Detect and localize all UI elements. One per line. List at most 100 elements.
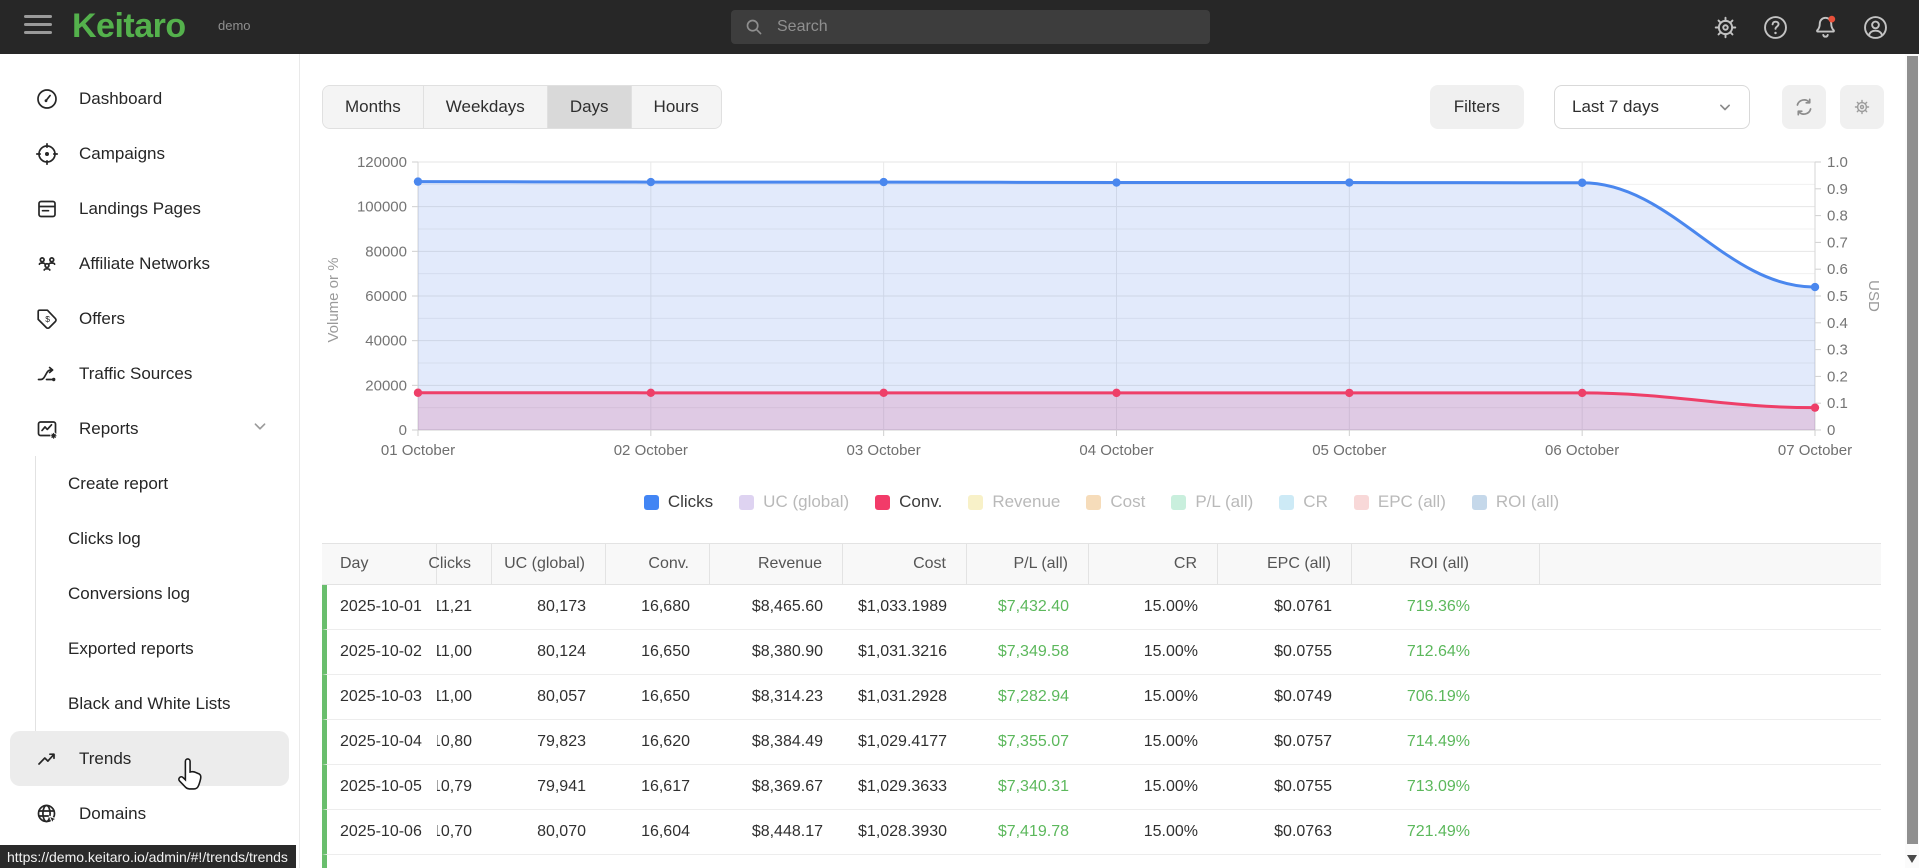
scrollbar-down-arrow[interactable] (1907, 855, 1917, 863)
sidebar-subitem-clicks-log[interactable]: Clicks log (36, 511, 299, 566)
scrollbar-thumb[interactable] (1907, 56, 1918, 844)
account-icon[interactable] (1862, 14, 1889, 41)
sidebar-item-campaigns[interactable]: Campaigns (10, 126, 289, 181)
cell-clicks: 110,70 (437, 823, 472, 840)
chart-settings-button[interactable] (1840, 85, 1884, 129)
column-header-filler (1540, 544, 1881, 584)
column-header-roi-all[interactable]: ROI (all) (1352, 544, 1540, 584)
cell-uc-global: 79,823 (537, 733, 586, 750)
column-header-cost[interactable]: Cost (843, 544, 967, 584)
legend-item-epc-all[interactable]: EPC (all) (1353, 492, 1446, 512)
legend-swatch (739, 494, 755, 510)
svg-text:0.7: 0.7 (1827, 234, 1848, 251)
cell-cost: $217.3222 (843, 855, 967, 868)
sidebar-item-dashboard[interactable]: Dashboard (10, 71, 289, 126)
column-header-clicks[interactable]: Clicks (428, 544, 492, 584)
svg-text:06 October: 06 October (1545, 442, 1619, 459)
help-icon[interactable] (1762, 14, 1789, 41)
table-row: 2025-10-01 111,21 80,173 16,680 $8,465.60 $1,… (322, 585, 1881, 630)
cell-epc-all: $0.0757 (1274, 733, 1332, 750)
cell-cr: 15.00% (1143, 688, 1198, 705)
cell-conv: 16,650 (641, 688, 690, 705)
keitaro-logo[interactable]: Keitaro (72, 7, 186, 46)
legend-swatch (968, 494, 984, 510)
legend-item-cost[interactable]: Cost (1086, 492, 1145, 512)
filters-button[interactable]: Filters (1429, 85, 1524, 129)
column-header-uc-global[interactable]: UC (global) (492, 544, 606, 584)
legend-label: ROI (all) (1495, 492, 1560, 511)
tab-days[interactable]: Days (547, 86, 632, 128)
column-header-cr[interactable]: CR (1089, 544, 1218, 584)
cell-clicks: 111,00 (437, 688, 472, 705)
notifications-bell-icon[interactable] (1812, 14, 1839, 41)
traffic-icon (35, 362, 59, 386)
svg-text:80000: 80000 (365, 243, 407, 260)
sidebar-item-label: Landings Pages (79, 198, 201, 218)
cell-filler (1540, 720, 1881, 764)
legend-item-p-l-all[interactable]: P/L (all) (1171, 492, 1253, 512)
sidebar-item-label: Reports (79, 418, 139, 438)
legend-label: P/L (all) (1195, 492, 1254, 511)
svg-text:03 October: 03 October (847, 442, 921, 459)
refresh-button[interactable] (1782, 85, 1826, 129)
cell-epc-all: $0.0755 (1274, 778, 1332, 795)
date-range-select[interactable]: Last 7 days (1554, 85, 1750, 129)
svg-text:0.9: 0.9 (1827, 181, 1848, 198)
legend-item-clicks[interactable]: Clicks (643, 492, 713, 512)
sidebar-item-trends[interactable]: Trends (10, 731, 289, 786)
sidebar-subitem-black-and-white-lists[interactable]: Black and White Lists (36, 676, 299, 731)
sidebar-item-reports[interactable]: Reports (10, 401, 289, 456)
column-header-revenue[interactable]: Revenue (710, 544, 843, 584)
column-header-p-l-all[interactable]: P/L (all) (967, 544, 1089, 584)
column-header-conv[interactable]: Conv. (606, 544, 710, 584)
sidebar-item-domains[interactable]: Domains (10, 786, 289, 841)
tab-months[interactable]: Months (323, 86, 424, 128)
cell-filler (1540, 675, 1881, 719)
cell-cr: 15.00% (1143, 598, 1198, 615)
column-header-day[interactable]: Day (322, 544, 437, 584)
cell-cost: $1,029.4177 (858, 733, 947, 750)
legend-item-revenue[interactable]: Revenue (968, 492, 1060, 512)
global-search[interactable] (731, 10, 1210, 44)
app-window: Keitaro demo Search Dashboard Campaigns … (0, 0, 1919, 868)
legend-item-roi-all[interactable]: ROI (all) (1471, 492, 1560, 512)
column-header-epc-all[interactable]: EPC (all) (1218, 544, 1352, 584)
sidebar-item-traffic-sources[interactable]: Traffic Sources (10, 346, 289, 401)
sidebar-subitem-create-report[interactable]: Create report (36, 456, 299, 511)
cell-conv: 16,650 (641, 643, 690, 660)
svg-text:0.4: 0.4 (1827, 315, 1848, 332)
sidebar-subitem-exported-reports[interactable]: Exported reports (36, 621, 299, 676)
table-row: 2025-10-06 110,70 80,070 16,604 $8,448.17 $1,… (322, 810, 1881, 855)
cell-conv: 16,604 (641, 823, 690, 840)
tab-weekdays[interactable]: Weekdays (423, 86, 548, 128)
cell-conv: 16,620 (641, 733, 690, 750)
cell-uc-global: 80,057 (537, 688, 586, 705)
reports-icon (35, 417, 59, 441)
sidebar-subitem-conversions-log[interactable]: Conversions log (36, 566, 299, 621)
dashboard-icon (35, 87, 59, 111)
settings-gear-icon[interactable] (1712, 14, 1739, 41)
svg-text:05 October: 05 October (1312, 442, 1386, 459)
sidebar-item-affiliate-networks[interactable]: Affiliate Networks (10, 236, 289, 291)
cell-clicks: 110,79 (437, 778, 472, 795)
tab-hours[interactable]: Hours (631, 86, 721, 128)
sidebar-nav: Dashboard Campaigns Landings Pages Affiliat… (0, 54, 300, 868)
legend-item-conv[interactable]: Conv. (875, 492, 942, 512)
cell-roi-all: 712.64% (1406, 643, 1470, 660)
offers-icon: $ (37, 308, 57, 329)
svg-text:$: $ (45, 313, 50, 323)
cell-revenue: $8,384.49 (751, 733, 823, 750)
cell-roi-all: 469.0% (1352, 855, 1540, 868)
svg-text:40000: 40000 (365, 333, 407, 350)
sidebar-item-offers[interactable]: $ Offers (10, 291, 289, 346)
date-range-value: Last 7 days (1572, 97, 1659, 116)
sidebar-item-landings-pages[interactable]: Landings Pages (10, 181, 289, 236)
svg-text:0.8: 0.8 (1827, 208, 1848, 225)
legend-item-uc-global[interactable]: UC (global) (739, 492, 849, 512)
cell-conv: 2,442 (606, 855, 710, 868)
search-input[interactable] (777, 18, 1198, 36)
affiliate-icon (38, 256, 56, 271)
legend-item-cr[interactable]: CR (1279, 492, 1328, 512)
hamburger-menu-icon[interactable] (24, 15, 52, 39)
cell-revenue: $8,380.90 (751, 643, 823, 660)
